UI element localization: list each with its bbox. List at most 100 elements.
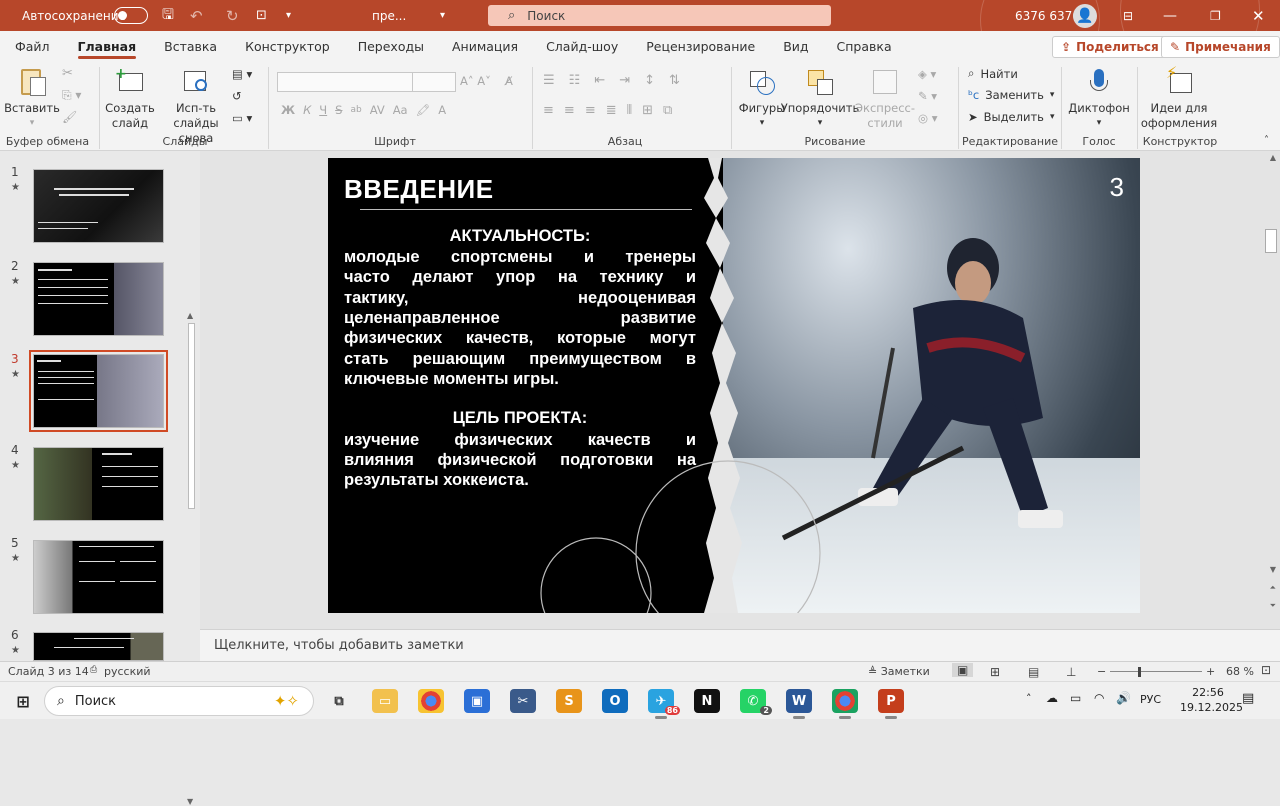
goal-line[interactable]: изучение физических качеств и	[344, 430, 696, 450]
present-icon[interactable]: ⊡	[256, 0, 267, 31]
file-name[interactable]: пре...	[372, 0, 406, 31]
spellcheck-icon[interactable]: ⎙	[90, 665, 97, 675]
font-color-icon[interactable]: A	[438, 103, 446, 117]
relevance-line[interactable]: ключевые моменты игры.	[344, 369, 696, 389]
collapse-ribbon-icon[interactable]: ˄	[1264, 135, 1269, 146]
relevance-line[interactable]: молодые спортсмены и тренеры	[344, 247, 696, 267]
zoom-in-button[interactable]: +	[1206, 665, 1215, 678]
language-status[interactable]: русский	[104, 665, 151, 678]
comments-button[interactable]: ✎ Примечания	[1161, 36, 1280, 58]
columns-icon[interactable]: ⫴	[627, 103, 632, 118]
next-slide-icon[interactable]: ⏷	[1270, 601, 1276, 611]
minimize-icon[interactable]: —	[1163, 0, 1177, 31]
zoom-slider-thumb[interactable]	[1138, 667, 1141, 677]
bullets-icon[interactable]: ☰	[543, 73, 555, 88]
tab-help[interactable]: Справка	[823, 31, 906, 61]
tab-insert[interactable]: Вставка	[150, 31, 231, 61]
slide-thumbnail-5[interactable]	[33, 540, 164, 614]
arrange-button[interactable]: Упорядочить ▾	[781, 67, 859, 131]
new-slide-button[interactable]: + Создать слайд	[105, 67, 155, 131]
qat-more-icon[interactable]: ▾	[286, 0, 291, 31]
align-text-icon[interactable]: ⊞	[642, 103, 653, 118]
normal-view-icon[interactable]: ▣	[952, 663, 974, 677]
telegram-icon[interactable]: ✈ 86	[648, 689, 680, 719]
char-spacing-button[interactable]: AV	[370, 103, 385, 117]
justify-icon[interactable]: ≣	[606, 103, 617, 118]
slide-thumbnail-6[interactable]	[33, 632, 164, 661]
tab-animations[interactable]: Анимация	[438, 31, 532, 61]
section-icon[interactable]: ▭ ▾	[232, 111, 252, 125]
slide-thumbnail-4[interactable]	[33, 447, 164, 521]
battery-icon[interactable]: ▭	[1070, 691, 1081, 705]
notification-icon[interactable]: ▤	[1242, 691, 1254, 706]
tab-home[interactable]: Главная	[64, 31, 151, 61]
user-name[interactable]: 6376 6376	[1015, 0, 1080, 31]
find-button[interactable]: ⌕ Найти	[968, 66, 1018, 81]
zoom-out-button[interactable]: −	[1097, 665, 1106, 678]
undo-icon[interactable]: ↶	[190, 0, 203, 31]
scroll-up-icon[interactable]: ▲	[187, 311, 193, 320]
powerpoint-icon[interactable]: P	[878, 689, 904, 719]
shape-fill-icon[interactable]: ◈ ▾	[918, 67, 936, 81]
outlook-icon[interactable]: O	[602, 689, 628, 713]
ribbon-display-icon[interactable]: ⊟	[1123, 0, 1133, 31]
tab-transitions[interactable]: Переходы	[344, 31, 438, 61]
layout-icon[interactable]: ▤ ▾	[232, 67, 252, 81]
dictate-button[interactable]: Диктофон ▾	[1068, 67, 1130, 131]
thumbnail-scrollbar[interactable]: ▲ ▼	[185, 311, 197, 806]
relevance-line[interactable]: целенаправленное развитие	[344, 308, 696, 328]
notes-pane[interactable]: Щелкните, чтобы добавить заметки	[200, 629, 1280, 661]
tab-view[interactable]: Вид	[769, 31, 822, 61]
wifi-icon[interactable]: ◠	[1094, 691, 1104, 705]
designer-button[interactable]: ⚡ Идеи для оформления	[1141, 65, 1217, 131]
smartart-icon[interactable]: ⧉	[663, 103, 672, 118]
tray-chevron-icon[interactable]: ˄	[1026, 692, 1032, 705]
indent-icon[interactable]: ⇤	[594, 73, 605, 88]
taskbar-search-box[interactable]: ⌕ Поиск ✦✧	[44, 686, 314, 716]
slide-thumbnail-2[interactable]	[33, 262, 164, 336]
file-explorer-icon[interactable]: ▭	[372, 689, 398, 713]
notion-icon[interactable]: N	[694, 689, 720, 713]
tab-design[interactable]: Конструктор	[231, 31, 344, 61]
store-icon[interactable]: ▣	[464, 689, 490, 713]
numbering-icon[interactable]: ☷	[569, 73, 581, 88]
slide-thumbnail-1[interactable]	[33, 169, 164, 243]
sublime-icon[interactable]: S	[556, 689, 582, 713]
relevance-heading[interactable]: АКТУАЛЬНОСТЬ:	[344, 227, 696, 246]
avatar[interactable]: 👤	[1073, 3, 1097, 28]
shape-effects-icon[interactable]: ◎ ▾	[918, 111, 937, 125]
chrome-profile-icon[interactable]	[832, 689, 858, 719]
tab-slideshow[interactable]: Слайд-шоу	[532, 31, 632, 61]
align-center-icon[interactable]: ≡	[564, 103, 575, 118]
file-menu-chevron-icon[interactable]: ▾	[440, 0, 445, 31]
align-left-icon[interactable]: ≡	[543, 103, 554, 118]
paste-button[interactable]: Вставить ▾	[4, 67, 60, 131]
align-right-icon[interactable]: ≡	[585, 103, 596, 118]
scroll-thumb[interactable]	[188, 323, 195, 509]
slide-sorter-icon[interactable]: ⊞	[990, 665, 1000, 679]
italic-button[interactable]: К	[303, 103, 311, 117]
language-indicator[interactable]: РУС	[1140, 693, 1161, 706]
word-icon[interactable]: W	[786, 689, 812, 719]
reading-view-icon[interactable]: ▤	[1028, 665, 1039, 679]
slideshow-icon[interactable]: ⊥	[1066, 665, 1076, 679]
task-view-icon[interactable]: ⧉	[326, 689, 352, 713]
slide-title[interactable]: ВВЕДЕНИЕ	[344, 174, 494, 205]
relevance-line[interactable]: тактику, недооценивая	[344, 288, 696, 308]
relevance-line[interactable]: часто делают упор на технику и	[344, 267, 696, 287]
search-box[interactable]: ⌕ Поиск	[488, 5, 831, 26]
onedrive-icon[interactable]: ☁	[1046, 691, 1058, 705]
shapes-button[interactable]: Фигуры ▾	[738, 67, 786, 131]
notes-toggle-button[interactable]: ≜ Заметки	[868, 665, 930, 678]
redo-icon[interactable]: ↻	[226, 0, 239, 31]
chrome-icon[interactable]	[418, 689, 444, 713]
change-case-button[interactable]: Aa	[393, 103, 408, 117]
windows-start-icon[interactable]: ⊞	[10, 689, 36, 713]
save-icon[interactable]: 🖫	[162, 0, 174, 31]
cut-icon[interactable]: ✂	[62, 66, 73, 81]
text-direction-icon[interactable]: ⇅	[669, 73, 680, 88]
scroll-up-icon[interactable]: ▲	[1270, 153, 1276, 162]
relevance-line[interactable]: физических качеств, которые могут	[344, 328, 696, 348]
tab-review[interactable]: Рецензирование	[632, 31, 769, 61]
zoom-slider[interactable]	[1110, 671, 1202, 672]
